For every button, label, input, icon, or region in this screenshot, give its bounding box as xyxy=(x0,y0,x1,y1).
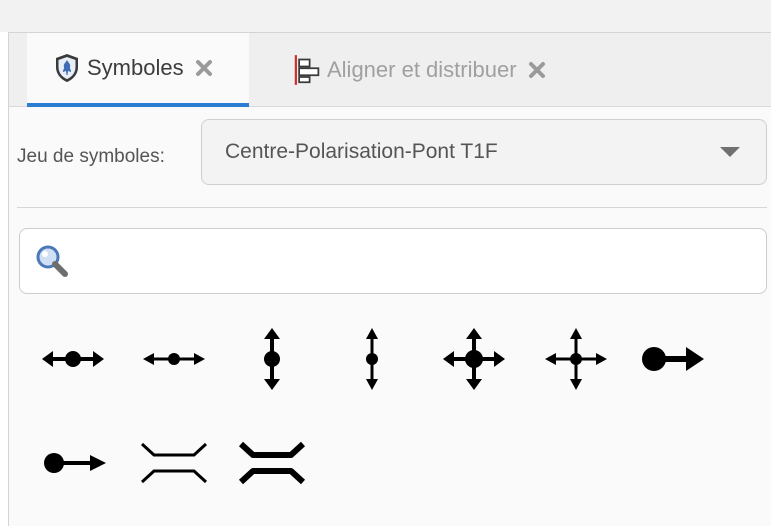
symbol-vertical-double-arrow-large-dot[interactable] xyxy=(236,325,308,393)
close-icon[interactable] xyxy=(527,60,547,80)
vertical-double-arrow-small-dot-icon xyxy=(366,328,378,390)
search-input[interactable] xyxy=(78,240,766,282)
search-field[interactable] xyxy=(19,228,767,294)
dropdown-arrow-icon xyxy=(720,147,740,157)
symbols-shield-icon xyxy=(53,52,81,84)
symbol-set-selected-value: Centre-Polarisation-Pont T1F xyxy=(225,140,498,163)
symbol-bridge-thick[interactable] xyxy=(236,429,308,497)
vertical-double-arrow-large-dot-icon xyxy=(264,328,280,390)
divider xyxy=(17,207,767,208)
symbol-four-way-arrow-small[interactable] xyxy=(540,325,612,393)
four-way-arrow-large-icon xyxy=(443,328,505,390)
tab-align-distribute[interactable]: Aligner et distribuer xyxy=(287,33,587,107)
dot-with-right-arrow-large-icon xyxy=(642,347,704,371)
bridge-thin-icon xyxy=(140,442,208,484)
bridge-thick-icon xyxy=(238,441,306,485)
dot-with-right-arrow-small-icon xyxy=(44,453,106,473)
horizontal-double-arrow-small-dot-icon xyxy=(143,353,205,365)
symbol-set-label: Jeu de symboles: xyxy=(17,146,165,167)
symbol-horizontal-double-arrow-small-dot[interactable] xyxy=(138,325,210,393)
align-distribute-icon xyxy=(293,54,321,86)
symbol-dot-with-right-arrow-large[interactable] xyxy=(637,325,709,393)
symbol-four-way-arrow-large[interactable] xyxy=(438,325,510,393)
tab-align-distribute-label: Aligner et distribuer xyxy=(327,57,517,82)
symbol-horizontal-double-arrow-large-dot[interactable] xyxy=(37,325,109,393)
search-icon xyxy=(36,245,68,277)
tab-symbols-label: Symboles xyxy=(87,55,184,80)
horizontal-double-arrow-large-dot-icon xyxy=(42,351,104,367)
symbol-set-dropdown[interactable]: Centre-Polarisation-Pont T1F xyxy=(201,119,767,185)
tab-symbols[interactable]: Symboles xyxy=(27,33,249,107)
four-way-arrow-small-icon xyxy=(545,328,607,390)
symbols-dock-panel: Symboles Aligner et distribuer Jeu de sy… xyxy=(8,32,771,526)
dock-tab-bar: Symboles Aligner et distribuer xyxy=(9,33,771,107)
symbol-vertical-double-arrow-small-dot[interactable] xyxy=(336,325,408,393)
close-icon[interactable] xyxy=(194,58,214,78)
symbol-bridge-thin[interactable] xyxy=(138,429,210,497)
symbol-dot-with-right-arrow-small[interactable] xyxy=(39,429,111,497)
window-top-strip xyxy=(0,0,771,32)
